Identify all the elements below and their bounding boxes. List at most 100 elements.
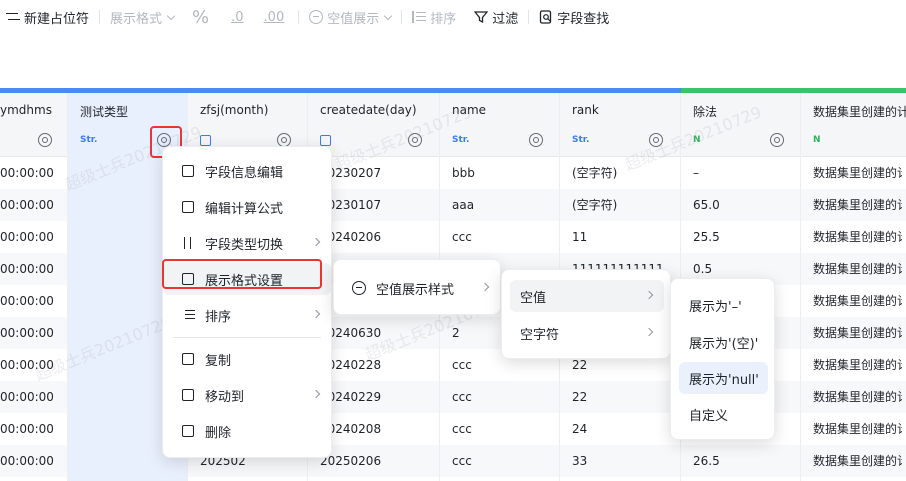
edit-icon (181, 164, 195, 178)
display-format-highlight (162, 259, 322, 289)
option-label: 自定义 (689, 408, 729, 424)
chevron-down-icon (166, 11, 176, 20)
column-ymdhms: ymdhms (0, 93, 68, 481)
menu-item-label: 删除 (205, 425, 232, 441)
toolbar-divider (99, 10, 101, 24)
option-custom[interactable]: 自定义 (679, 398, 768, 430)
sort-icon (181, 308, 195, 322)
move-icon (181, 388, 195, 402)
remove-decimal-button[interactable]: .00 (254, 0, 295, 34)
add-decimal-button[interactable]: .0 (221, 0, 253, 34)
option-show-empty[interactable]: 展示为'(空)' (679, 326, 768, 358)
chevron-right-icon (311, 237, 321, 247)
string-type-icon: Str. (80, 135, 98, 145)
column-header-label[interactable]: ymdhms (0, 103, 52, 117)
null-display-label: 空值展示 (327, 11, 380, 27)
toolbar-divider (298, 10, 300, 24)
menu-item-empty-string[interactable]: 空字符 (510, 317, 664, 349)
menu-item-null-value[interactable]: 空值 (510, 280, 664, 312)
menu-item-edit-field[interactable]: 字段信息编辑 (163, 155, 331, 187)
chevron-right-icon (480, 282, 490, 292)
column-header-label[interactable]: createdate(day) (320, 103, 417, 117)
minus-circle-icon (352, 281, 366, 295)
menu-item-label: 复制 (205, 353, 232, 369)
null-value-options-menu: 展示为'–' 展示为'(空)' 展示为'null' 自定义 (670, 278, 775, 440)
date-type-icon (320, 135, 331, 146)
chevron-down-icon (384, 11, 393, 20)
gear-icon[interactable] (408, 133, 422, 147)
copy-icon (181, 352, 195, 366)
filter-icon (473, 10, 489, 24)
display-format-dropdown[interactable]: 展示格式 (104, 0, 180, 34)
menu-item-sort[interactable]: 排序 (163, 299, 331, 331)
date-type-icon (200, 135, 211, 146)
chevron-right-icon (311, 389, 321, 399)
column-header-label[interactable]: 除法 (693, 103, 717, 120)
percent-button[interactable]: % (180, 0, 221, 34)
menu-item-edit-formula[interactable]: 编辑计算公式 (163, 191, 331, 223)
percent-icon: % (192, 6, 210, 28)
filter-label: 过滤 (492, 11, 519, 27)
toolbar-spacer (0, 34, 906, 88)
menu-divider (173, 337, 321, 338)
toolbar: 新建占位符 展示格式 % .0 .00 空值展示 排序 过滤 字段查找 (0, 0, 906, 34)
option-show-null[interactable]: 展示为'null' (679, 362, 768, 394)
number-type-icon: N (693, 135, 701, 145)
filter-button[interactable]: 过滤 (468, 0, 524, 34)
new-placeholder-button[interactable]: 新建占位符 (0, 0, 95, 34)
column-header-label[interactable]: 测试类型 (80, 103, 128, 120)
chevron-right-icon (644, 290, 654, 300)
menu-item-label: 编辑计算公式 (205, 201, 284, 217)
field-search-button[interactable]: 字段查找 (533, 0, 615, 34)
menu-item-label: 移动到 (205, 389, 245, 405)
display-format-label: 展示格式 (110, 11, 163, 27)
minus-circle-icon (309, 10, 324, 24)
column-dataset-calc: 数据集里创建的计 N (801, 93, 906, 481)
string-type-icon: Str. (572, 135, 590, 145)
remove-decimal-icon: .00 (263, 9, 285, 25)
column-header-label[interactable]: 数据集里创建的计 (813, 103, 906, 120)
sort-button[interactable]: 排序 (406, 0, 462, 34)
new-placeholder-label: 新建占位符 (24, 11, 90, 27)
column-header-label[interactable]: zfsj(month) (200, 103, 268, 117)
menu-item-move-to[interactable]: 移动到 (163, 379, 331, 411)
swap-vertical-icon (181, 236, 195, 250)
calculator-icon (181, 200, 195, 214)
gear-icon[interactable] (277, 133, 291, 147)
column-header-label[interactable]: rank (572, 103, 599, 117)
menu-item-label: 空字符 (520, 327, 560, 343)
sort-icon (412, 10, 427, 24)
chevron-right-icon (311, 309, 321, 319)
search-doc-icon (539, 10, 553, 24)
null-style-submenu: 空值 空字符 (501, 269, 671, 359)
null-display-dropdown[interactable]: 空值展示 (303, 0, 397, 34)
menu-item-copy[interactable]: 复制 (163, 343, 331, 375)
toolbar-divider (528, 10, 530, 24)
chevron-right-icon (644, 327, 654, 337)
gear-icon[interactable] (649, 133, 663, 147)
number-type-icon: N (813, 135, 821, 145)
display-format-submenu: 空值展示样式 (333, 259, 501, 315)
toolbar-divider (401, 10, 403, 24)
option-label: 展示为'–' (689, 299, 742, 315)
string-type-icon: Str. (452, 135, 470, 145)
option-label: 展示为'(空)' (689, 336, 759, 352)
add-decimal-icon: .0 (231, 9, 244, 25)
menu-item-label: 排序 (205, 309, 232, 325)
gear-icon[interactable] (38, 133, 52, 147)
swap-icon (6, 10, 20, 24)
field-search-label: 字段查找 (557, 11, 610, 27)
gear-icon[interactable] (770, 133, 784, 147)
option-show-dash[interactable]: 展示为'–' (679, 289, 768, 321)
menu-item-delete[interactable]: 删除 (163, 415, 331, 447)
menu-item-label: 空值展示样式 (376, 282, 455, 298)
menu-item-null-style[interactable]: 空值展示样式 (334, 272, 500, 304)
gear-icon[interactable] (529, 133, 543, 147)
menu-item-label: 字段类型切换 (205, 237, 284, 253)
menu-item-label: 字段信息编辑 (205, 165, 284, 181)
column-header-label[interactable]: name (452, 103, 486, 117)
option-label: 展示为'null' (689, 372, 759, 388)
menu-item-switch-type[interactable]: 字段类型切换 (163, 227, 331, 259)
trash-icon (181, 424, 195, 438)
column-context-menu: 字段信息编辑 编辑计算公式 字段类型切换 展示格式设置 排序 复制 移动到 删除 (162, 146, 332, 458)
